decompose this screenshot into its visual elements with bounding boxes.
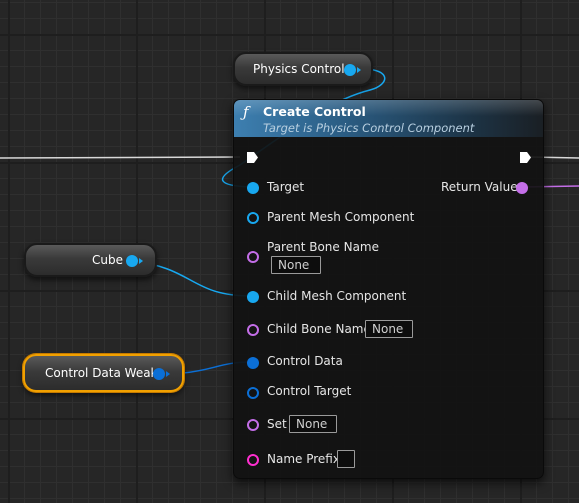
- exec-out-pin-icon[interactable]: [519, 151, 532, 164]
- name-prefix-label: Name Prefix: [267, 452, 340, 466]
- name-prefix-pin[interactable]: [247, 454, 259, 466]
- child-bone-name-pin[interactable]: [247, 324, 259, 336]
- physics-control-output-pin[interactable]: [344, 64, 356, 76]
- name-prefix-field[interactable]: [337, 450, 355, 468]
- parent-bone-name-pin[interactable]: [247, 251, 259, 263]
- physics-control-label: Physics Control: [253, 62, 345, 76]
- control-data-pin[interactable]: [247, 357, 259, 369]
- child-mesh-component-label: Child Mesh Component: [267, 289, 407, 303]
- child-mesh-component-pin[interactable]: [247, 291, 259, 303]
- target-label: Target: [267, 180, 305, 194]
- control-data-weak-label: Control Data Weak: [45, 366, 158, 380]
- create-control-node[interactable]: ƒ Create Control Target is Physics Contr…: [233, 99, 544, 479]
- physics-control-node[interactable]: Physics Control: [233, 52, 373, 86]
- control-target-pin[interactable]: [247, 387, 259, 399]
- node-subtitle: Target is Physics Control Component: [263, 121, 475, 135]
- target-pin[interactable]: [247, 182, 259, 194]
- parent-mesh-component-label: Parent Mesh Component: [267, 210, 415, 224]
- parent-bone-name-label: Parent Bone Name: [267, 240, 380, 254]
- set-field[interactable]: None: [289, 415, 337, 433]
- pin-arrow-icon: [357, 67, 361, 73]
- parent-bone-name-field[interactable]: None: [271, 256, 321, 274]
- child-bone-name-label: Child Bone Name: [267, 322, 371, 336]
- function-icon: ƒ: [243, 103, 249, 121]
- pin-arrow-icon: [166, 371, 170, 377]
- control-data-weak-node[interactable]: Control Data Weak: [23, 354, 184, 392]
- exec-in-pin-icon[interactable]: [246, 151, 259, 164]
- pin-arrow-icon: [139, 258, 143, 264]
- cube-label: Cube: [92, 253, 123, 267]
- node-title: Create Control: [263, 104, 366, 119]
- control-target-label: Control Target: [267, 384, 352, 398]
- set-label: Set: [267, 417, 287, 431]
- create-control-header[interactable]: ƒ Create Control Target is Physics Contr…: [234, 100, 543, 137]
- parent-mesh-component-pin[interactable]: [247, 212, 259, 224]
- set-pin[interactable]: [247, 419, 259, 431]
- return-value-label: Return Value: [441, 180, 518, 194]
- child-bone-name-field[interactable]: None: [365, 320, 413, 338]
- control-data-weak-output-pin[interactable]: [153, 368, 165, 380]
- cube-output-pin[interactable]: [126, 255, 138, 267]
- return-value-pin[interactable]: [516, 182, 528, 194]
- control-data-label: Control Data: [267, 354, 343, 368]
- cube-node[interactable]: Cube: [24, 243, 157, 277]
- exec-wire: [0, 156, 241, 159]
